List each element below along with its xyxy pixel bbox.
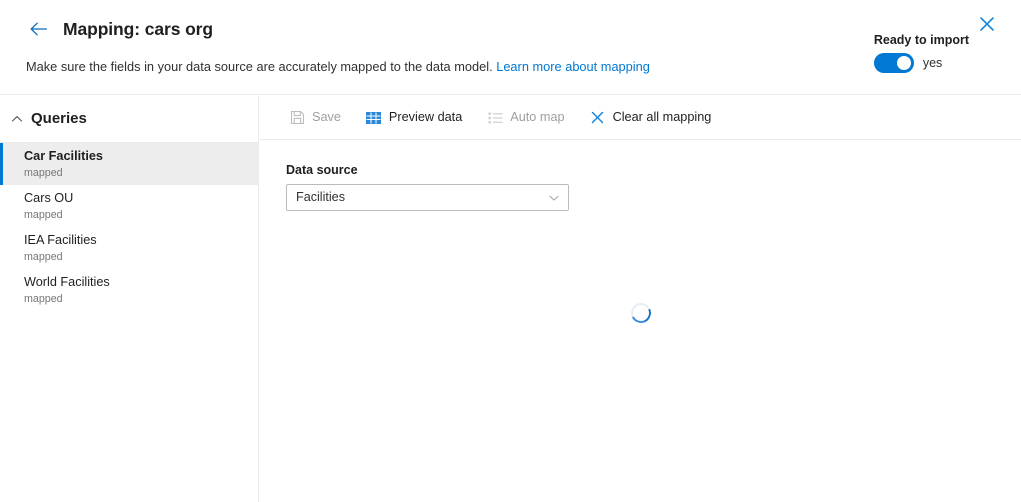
arrow-left-icon xyxy=(29,21,49,37)
dialog-header: Mapping: cars org Make sure the fields i… xyxy=(0,0,1021,95)
query-list: Car Facilities mapped Cars OU mapped IEA… xyxy=(0,143,258,311)
toolbar-button-label: Save xyxy=(312,110,341,124)
list-icon xyxy=(487,110,503,126)
table-grid-icon xyxy=(366,110,382,126)
data-source-label: Data source xyxy=(286,163,358,177)
mapping-main-pane: Save Preview data Auto map Clear all map… xyxy=(260,96,1021,502)
toolbar-button-label: Preview data xyxy=(388,110,463,124)
queries-section-title: Queries xyxy=(31,110,87,127)
sidebar-item-car-facilities[interactable]: Car Facilities mapped xyxy=(0,143,258,185)
list-item-status: mapped xyxy=(24,209,63,221)
ready-to-import-label: Ready to import xyxy=(873,33,969,47)
subtitle-text: Make sure the fields in your data source… xyxy=(26,59,493,74)
data-source-dropdown[interactable]: Facilities xyxy=(286,184,569,211)
spinner-icon xyxy=(627,300,654,326)
mapping-content: Data source Facilities xyxy=(260,140,1021,501)
back-button[interactable] xyxy=(26,16,52,42)
clear-all-mapping-button[interactable]: Clear all mapping xyxy=(583,103,719,133)
list-item-label: Car Facilities xyxy=(24,149,103,163)
auto-map-button[interactable]: Auto map xyxy=(480,103,571,133)
list-item-label: Cars OU xyxy=(24,191,74,205)
toggle-value-label: yes xyxy=(922,55,943,70)
page-title: Mapping: cars org xyxy=(63,19,213,39)
learn-more-link[interactable]: Learn more about mapping xyxy=(496,59,650,74)
sidebar-item-iea-facilities[interactable]: IEA Facilities mapped xyxy=(0,227,258,269)
chevron-down-icon xyxy=(547,191,561,205)
ready-to-import-toggle-row: yes xyxy=(873,53,969,73)
toolbar-button-label: Clear all mapping xyxy=(612,110,712,124)
loading-indicator xyxy=(260,300,1021,326)
close-icon xyxy=(978,15,996,36)
chevron-up-icon xyxy=(8,110,26,128)
ready-to-import-group: Ready to import yes xyxy=(873,32,969,73)
list-item-status: mapped xyxy=(24,293,63,305)
toolbar-button-label: Auto map xyxy=(510,110,565,124)
close-button[interactable] xyxy=(975,13,999,37)
list-item-status: mapped xyxy=(24,167,63,179)
preview-data-button[interactable]: Preview data xyxy=(359,103,469,133)
save-icon xyxy=(289,110,305,126)
sidebar-item-world-facilities[interactable]: World Facilities mapped xyxy=(0,269,258,311)
save-button[interactable]: Save xyxy=(282,103,348,133)
ready-to-import-toggle[interactable] xyxy=(873,53,914,73)
mapping-dialog: Mapping: cars org Make sure the fields i… xyxy=(0,0,1021,502)
close-x-icon xyxy=(590,110,606,126)
dialog-subtitle: Make sure the fields in your data source… xyxy=(26,58,650,76)
list-item-label: World Facilities xyxy=(24,275,110,289)
toggle-knob xyxy=(896,56,911,70)
data-source-value: Facilities xyxy=(296,190,345,204)
mapping-toolbar: Save Preview data Auto map Clear all map… xyxy=(260,96,1021,140)
queries-section-header[interactable]: Queries xyxy=(0,96,258,143)
list-item-label: IEA Facilities xyxy=(24,233,97,247)
queries-sidebar: Queries Car Facilities mapped Cars OU ma… xyxy=(0,96,259,502)
list-item-status: mapped xyxy=(24,251,63,263)
sidebar-item-cars-ou[interactable]: Cars OU mapped xyxy=(0,185,258,227)
